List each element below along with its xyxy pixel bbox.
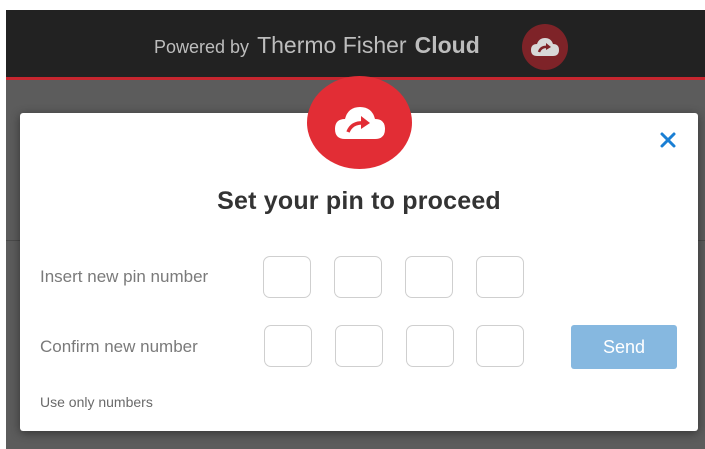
powered-by-text: Powered by [154,37,250,57]
confirm-pin-digit-3[interactable] [406,325,454,367]
confirm-pin-digit-4[interactable] [476,325,524,367]
confirm-pin-label: Confirm new number [40,337,198,356]
dialog-title: Set your pin to proceed [217,187,501,215]
product-name: Cloud [414,32,480,58]
new-pin-digit-2[interactable] [334,256,382,298]
new-pin-digit-3[interactable] [405,256,453,298]
hint-text: Use only numbers [40,394,153,410]
new-pin-digit-4[interactable] [476,256,524,298]
confirm-pin-digit-2[interactable] [335,325,383,367]
powered-by-banner: Powered by Thermo Fisher Cloud [154,32,480,59]
new-pin-label: Insert new pin number [40,267,209,286]
top-bar: Powered by Thermo Fisher Cloud [6,10,705,80]
confirm-pin-digit-1[interactable] [264,325,312,367]
cloud-logo-icon [522,24,568,70]
cloud-upload-icon [307,76,412,169]
new-pin-digit-1[interactable] [263,256,311,298]
close-icon[interactable] [658,130,678,150]
send-button[interactable]: Send [571,325,677,369]
brand-name: Thermo Fisher [257,32,407,58]
